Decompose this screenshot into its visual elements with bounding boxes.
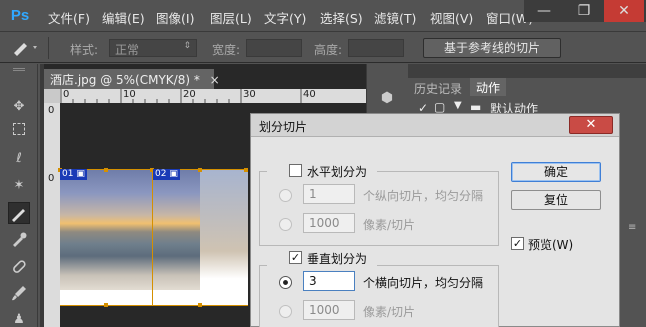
ok-button[interactable]: 确定 [511, 162, 601, 182]
ruler-vertical: 0 0 [44, 103, 60, 327]
dialog-close-button[interactable]: ✕ [569, 116, 613, 134]
menu-view[interactable]: 视图(V) [430, 8, 473, 27]
style-value: 正常 [115, 43, 140, 57]
folder-icon: ▬ [470, 100, 482, 114]
options-bar: 样式: 正常 ⇕ 宽度: 高度: 基于参考线的切片 [0, 33, 646, 63]
vertical-pixels-suffix: 像素/切片 [363, 305, 416, 319]
style-label: 样式: [70, 43, 99, 57]
expand-triangle-icon[interactable]: ▼ [454, 100, 462, 111]
style-dropdown[interactable]: 正常 ⇕ [109, 39, 197, 57]
brush-tool-icon[interactable] [8, 283, 30, 305]
vertical-pixels-input[interactable]: 1000 [303, 300, 355, 320]
window-controls: — ❐ ✕ [524, 0, 646, 22]
menu-edit[interactable]: 编辑(E) [102, 8, 145, 27]
preview-label: 预览(W) [528, 238, 574, 252]
slice-tool-icon[interactable] [8, 202, 30, 224]
magic-wand-tool-icon[interactable]: ✶ [8, 175, 30, 197]
slice-handle[interactable] [104, 168, 108, 172]
menu-layer[interactable]: 图层(L) [210, 8, 252, 27]
horizontal-divide-group [259, 171, 499, 246]
horizontal-count-radio[interactable] [279, 189, 292, 202]
width-input[interactable] [246, 39, 302, 57]
vertical-count-radio[interactable] [279, 276, 292, 289]
horizontal-pixels-input[interactable]: 1000 [303, 213, 355, 233]
minimize-button[interactable]: — [524, 0, 564, 22]
slice-label: 01 ▣ [60, 169, 87, 180]
slices-from-guides-button[interactable]: 基于参考线的切片 [423, 38, 561, 58]
ruler-top-tick-label: 20 [183, 89, 196, 100]
slice-divider [152, 169, 153, 306]
menu-image[interactable]: 图像(I) [156, 8, 194, 27]
vertical-divide-checkbox[interactable]: ✓ [289, 251, 302, 264]
height-label: 高度: [314, 43, 343, 57]
clone-stamp-tool-icon[interactable]: ♟ [8, 309, 30, 327]
dropdown-arrows-icon: ⇕ [183, 41, 191, 51]
slice-border-bottom [60, 305, 248, 306]
ruler-horizontal: 0 10 20 30 40 [60, 89, 366, 103]
vertical-divide-header: ✓ 垂直划分为 [267, 250, 377, 266]
vertical-divide-label: 垂直划分为 [307, 252, 368, 266]
3d-icon[interactable]: ⬢ [376, 90, 398, 108]
dialog-title: 划分切片 [259, 120, 308, 134]
slice-handle[interactable] [244, 168, 248, 172]
horizontal-divide-label: 水平划分为 [307, 165, 368, 179]
panel-header [408, 64, 646, 78]
dialog-titlebar: 划分切片 ✕ [251, 114, 619, 137]
panel-grip-icon [13, 68, 25, 71]
tools-panel: ✥ ℓ ✶ ♟ [0, 64, 38, 327]
eyedropper-tool-icon[interactable] [8, 229, 30, 251]
height-input[interactable] [348, 39, 404, 57]
tab-history[interactable]: 历史记录 [414, 80, 462, 96]
horizontal-count-suffix: 个纵向切片，均匀分隔 [363, 189, 484, 203]
dialog-toggle-icon[interactable]: ▢ [434, 100, 445, 114]
slice-label: 02 ▣ [153, 169, 180, 180]
document-tab-title: 酒店.jpg @ 5%(CMYK/8) * [50, 73, 200, 87]
ruler-ticks-top [60, 89, 302, 103]
vertical-pixels-radio[interactable] [279, 305, 292, 318]
divide-slice-dialog: 划分切片 ✕ 水平划分为 1 个纵向切片，均匀分隔 1000 像素/切片 ✓ 垂… [250, 113, 620, 327]
slice-handle[interactable] [198, 168, 202, 172]
ruler-top-tick-label: 30 [243, 89, 256, 100]
ruler-corner [44, 89, 60, 103]
menu-type[interactable]: 文字(Y) [264, 8, 306, 27]
document-image-white-band [60, 290, 248, 306]
slice-handle[interactable] [104, 303, 108, 307]
menu-select[interactable]: 选择(S) [320, 8, 363, 27]
panel-menu-icon[interactable]: ≡ [628, 222, 636, 233]
horizontal-count-input[interactable]: 1 [303, 184, 355, 204]
ruler-left-tick-label: 0 [48, 105, 55, 116]
close-button[interactable]: ✕ [604, 0, 644, 22]
ruler-top-tick-label: 0 [63, 89, 70, 100]
ruler-left-tick-label: 0 [48, 173, 55, 184]
document-image-right-part [200, 169, 248, 306]
width-label: 宽度: [212, 43, 241, 57]
divider [48, 37, 49, 59]
document-tab[interactable]: 酒店.jpg @ 5%(CMYK/8) * × [44, 69, 220, 89]
tab-actions[interactable]: 动作 [470, 78, 507, 96]
ruler-top-tick-label: 10 [123, 89, 136, 100]
horizontal-pixels-radio[interactable] [279, 218, 292, 231]
menu-file[interactable]: 文件(F) [48, 8, 90, 27]
lasso-tool-icon[interactable]: ℓ [8, 148, 30, 170]
horizontal-divide-checkbox[interactable] [289, 164, 302, 177]
healing-brush-tool-icon[interactable] [8, 256, 30, 278]
slice-handle[interactable] [198, 303, 202, 307]
photoshop-logo: Ps [10, 7, 30, 24]
slice-image-icon: ▣ [76, 169, 85, 179]
marquee-tool-icon[interactable] [8, 121, 30, 143]
vertical-count-input[interactable]: 3 [303, 271, 355, 291]
slice-select-tool-preset-icon[interactable] [8, 38, 44, 58]
menu-filter[interactable]: 滤镜(T) [374, 8, 416, 27]
close-tab-icon[interactable]: × [210, 73, 220, 87]
vertical-count-suffix: 个横向切片，均匀分隔 [363, 276, 484, 290]
maximize-button[interactable]: ❐ [564, 0, 604, 22]
menu-bar: Ps 文件(F) 编辑(E) 图像(I) 图层(L) 文字(Y) 选择(S) 滤… [0, 0, 646, 32]
horizontal-divide-header: 水平划分为 [267, 163, 377, 179]
preview-checkbox[interactable]: ✓ [511, 237, 524, 250]
reset-button[interactable]: 复位 [511, 190, 601, 210]
slice-image-icon: ▣ [169, 169, 178, 179]
move-tool-icon[interactable]: ✥ [8, 96, 30, 118]
horizontal-pixels-suffix: 像素/切片 [363, 218, 416, 232]
ruler-top-tick-label: 40 [303, 89, 316, 100]
